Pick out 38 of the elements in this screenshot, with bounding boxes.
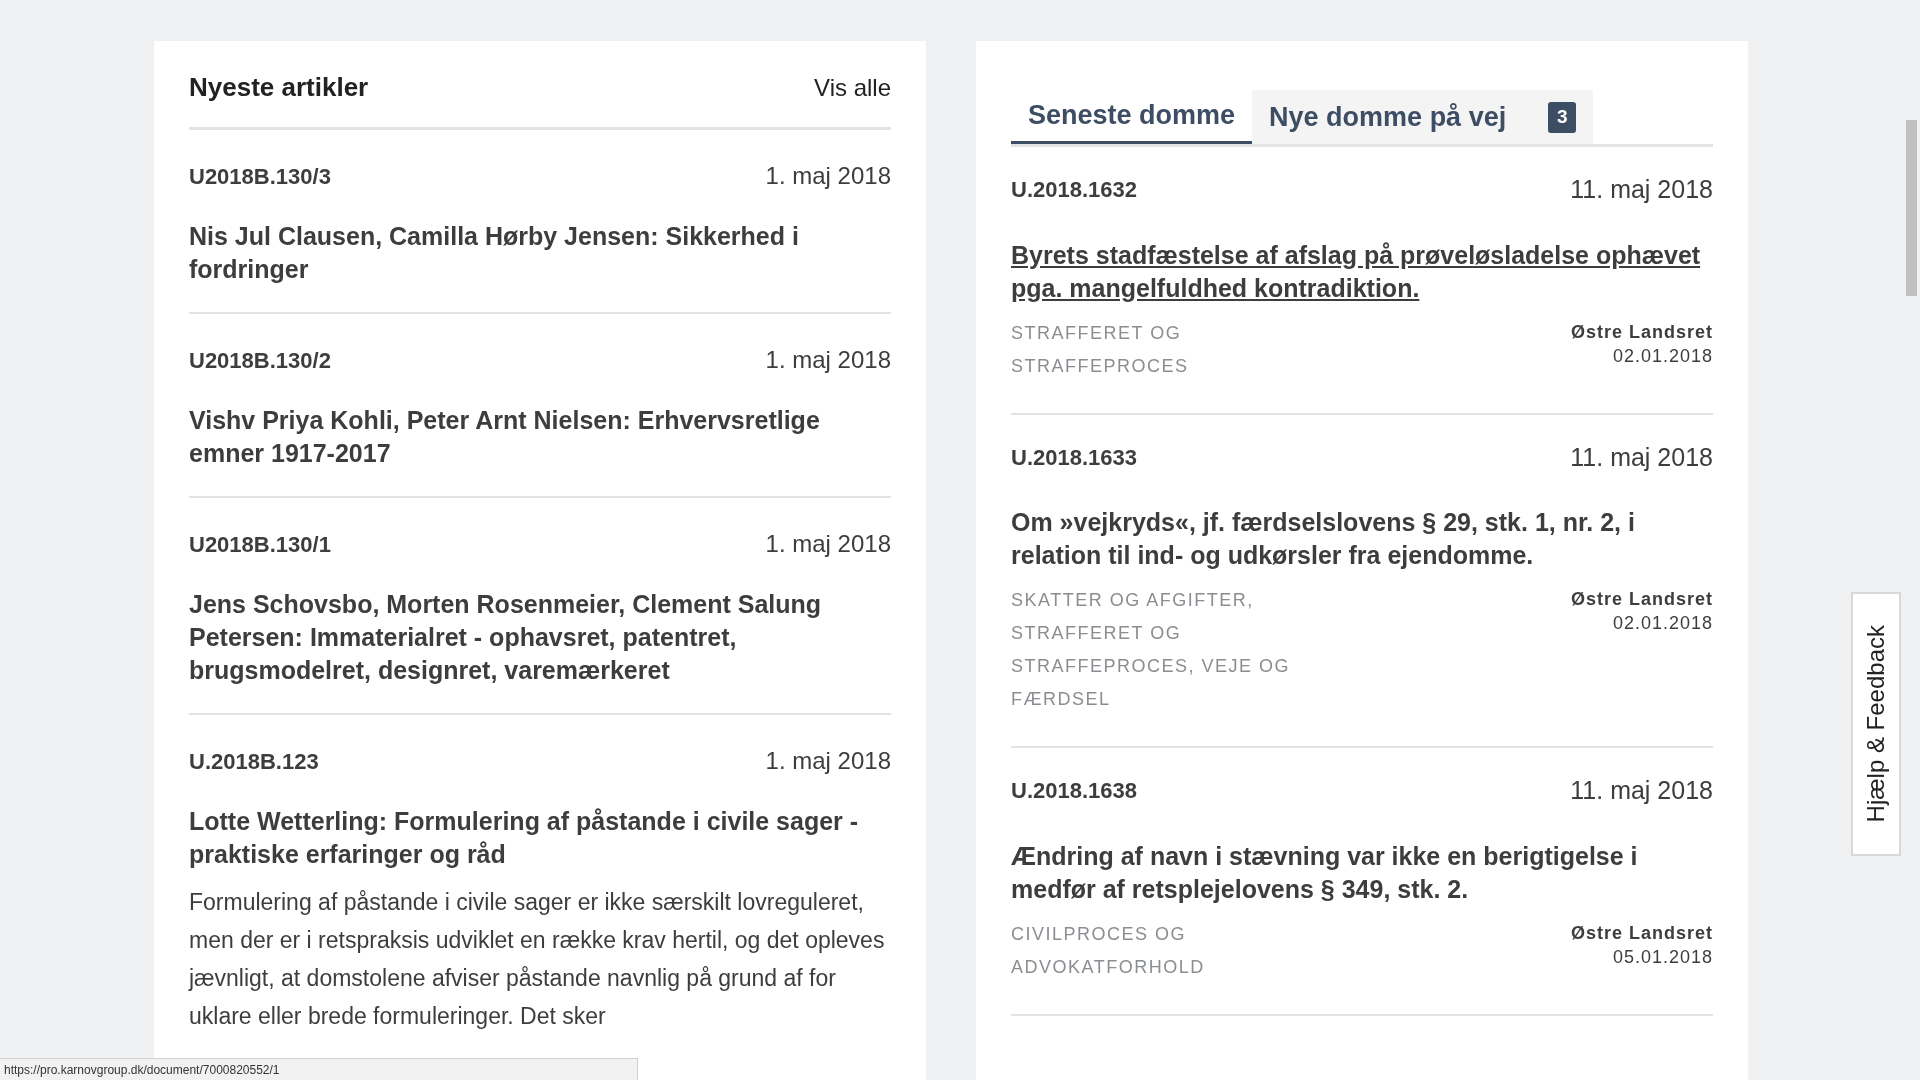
judgment-title[interactable]: Ændring af navn i stævning var ikke en berigtigelse i medfør af retsplejelovens § 349, stk. 2. (1011, 839, 1713, 906)
article-title[interactable]: Lotte Wetterling: Formulering af påstande i civile sager - praktiske erfaringer og råd (189, 805, 891, 871)
court-name: Østre Landsret (1570, 320, 1713, 343)
category-list: SKATTER OG AFGIFTER, STRAFFERET OG STRAFFEPROCES, VEJE OG FÆRDSEL (1011, 584, 1291, 716)
decision-date: 05.01.2018 (1612, 945, 1713, 969)
view-all-link[interactable]: Vis alle (814, 69, 891, 106)
article-title[interactable]: Nis Jul Clausen, Camilla Hørby Jensen: Sikkerhed i fordringer (189, 220, 891, 286)
category-list: STRAFFERET OG STRAFFEPROCES (1011, 316, 1291, 383)
judgment-date: 11. maj 2018 (1570, 174, 1713, 205)
article-id: U2018B.130/2 (189, 346, 331, 375)
help-feedback-tab[interactable]: Hjælp & Feedback (1851, 592, 1901, 856)
count-badge: 3 (1548, 101, 1577, 133)
judgment-date: 11. maj 2018 (1570, 775, 1713, 806)
article-date: 1. maj 2018 (765, 161, 891, 191)
judgment-title[interactable]: Byrets stadfæstelse af afslag på prøveløsladelse ophævet pga. mangelfuldhed kontradiktion. (1011, 238, 1713, 305)
judgment-date: 11. maj 2018 (1570, 441, 1713, 473)
article-id: U2018B.130/1 (189, 530, 331, 559)
court-name: Østre Landsret (1570, 921, 1713, 944)
judgment-id: U.2018.1632 (1011, 176, 1137, 205)
court-name: Østre Landsret (1570, 588, 1713, 610)
decision-date: 02.01.2018 (1612, 344, 1713, 368)
article-title[interactable]: Vishv Priya Kohli, Peter Arnt Nielsen: Erhvervsretlige emner 1917-2017 (189, 404, 891, 470)
section-title: Nyeste artikler (189, 71, 369, 104)
article-summary: Formulering af påstande i civile sager er ikke særskilt lovreguleret, men der er i retspraksis udviklet en række krav hertil, og det opleves jævnligt, at domstolene afviser påstande navnlig på grund af for uklare eller brede formuleringer. Det sker (189, 888, 886, 1031)
article-date: 1. maj 2018 (765, 345, 891, 375)
status-bar: https://pro.karnovgroup.dk/document/7000820552/1 (0, 1058, 638, 1080)
judgment-id: U.2018.1638 (1011, 777, 1137, 806)
judgment-id: U.2018.1633 (1011, 443, 1137, 472)
tab[interactable]: Nye domme på vej 3 (1252, 90, 1594, 144)
article-date: 1. maj 2018 (765, 746, 891, 776)
scrollbar-thumb[interactable] (1906, 120, 1917, 296)
judgment-title[interactable]: Om »vejkryds«, jf. færdselslovens § 29, stk. 1, nr. 2, i relation til ind- og udkørsler fra ejendomme. (1011, 506, 1713, 572)
decision-date: 02.01.2018 (1612, 612, 1713, 635)
article-id: U.2018B.123 (189, 747, 319, 776)
article-title[interactable]: Jens Schovsbo, Morten Rosenmeier, Clement Salung Petersen: Immaterialret - ophavsret, patentret, brugsmodelret, designret, varemærkeret (189, 588, 891, 687)
category-list: CIVILPROCES OG ADVOKATFORHOLD (1011, 917, 1291, 984)
article-id: U2018B.130/3 (189, 162, 331, 191)
article-date: 1. maj 2018 (765, 529, 891, 559)
